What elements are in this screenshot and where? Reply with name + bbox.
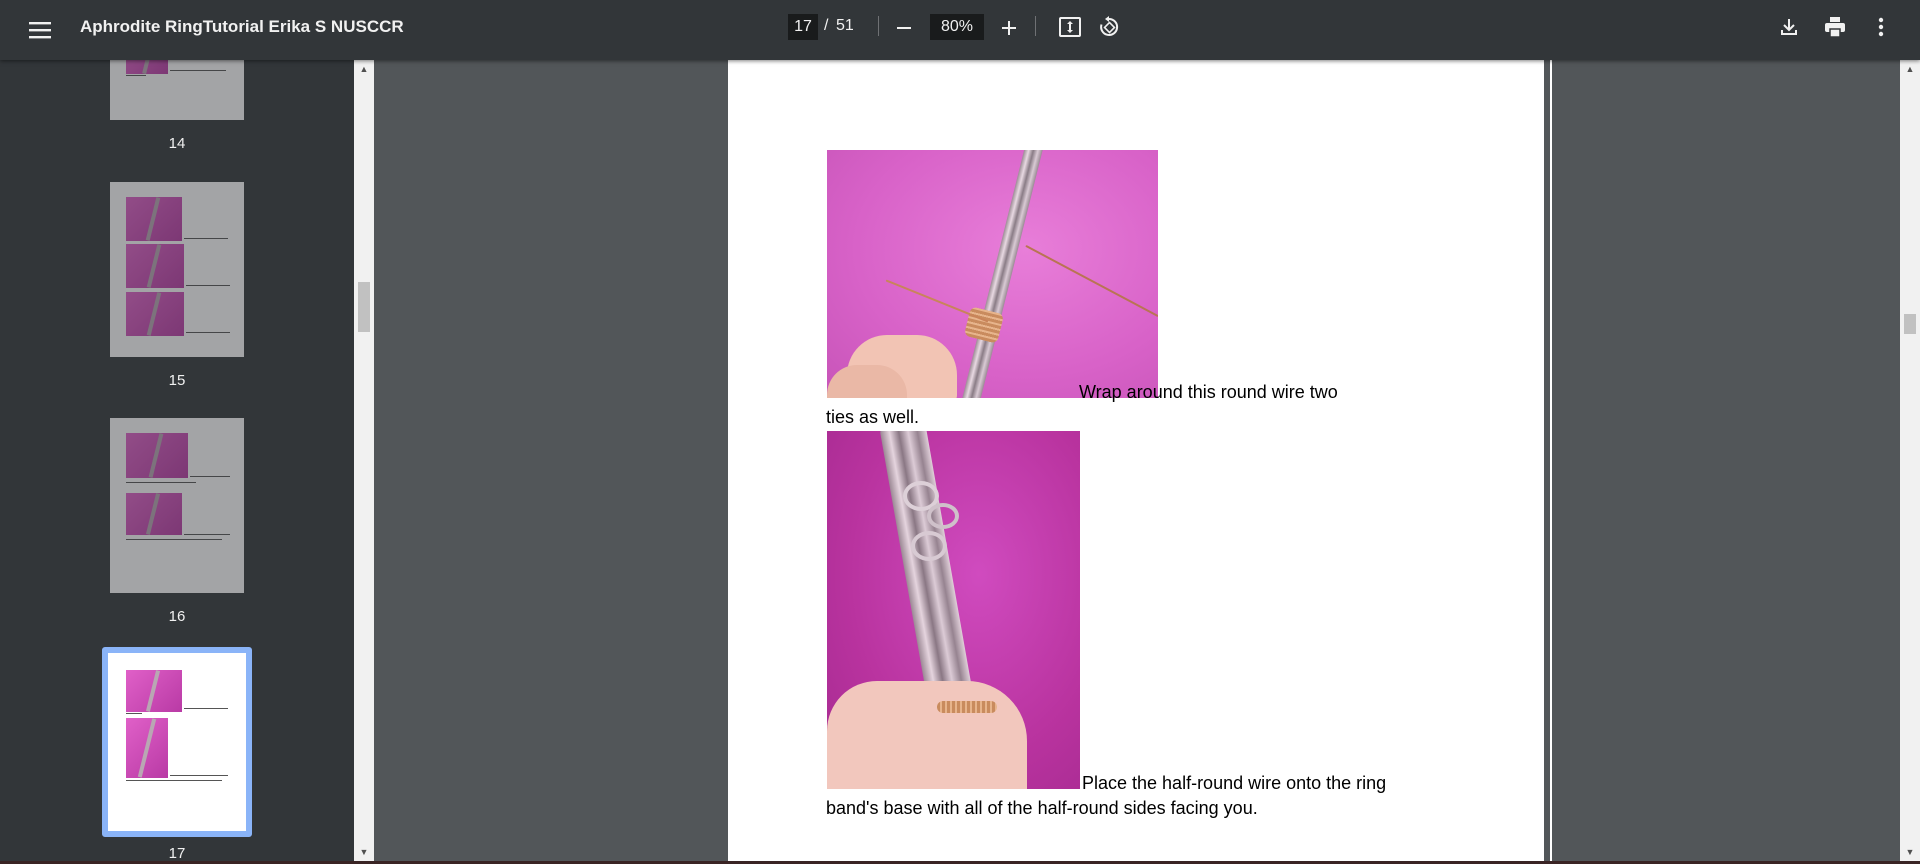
document-title: Aphrodite RingTutorial Erika S NUSCCR bbox=[80, 17, 404, 36]
more-options-button[interactable] bbox=[1864, 10, 1898, 44]
thumbnail-page-17[interactable] bbox=[108, 653, 246, 831]
thumbnail-label-16: 16 bbox=[168, 608, 186, 625]
thumbnail-sidebar: 14 15 16 17 bbox=[0, 60, 354, 864]
photo-wrapping-wire bbox=[827, 150, 1158, 398]
thumbnail-text-line bbox=[126, 713, 142, 714]
more-vert-icon bbox=[1878, 17, 1884, 37]
scroll-down-arrow-icon[interactable]: ▼ bbox=[354, 847, 374, 857]
photo-half-round-wire bbox=[827, 431, 1080, 789]
thumbnail-label-14: 14 bbox=[168, 135, 186, 152]
print-icon bbox=[1825, 17, 1845, 37]
thumbnail-text-line bbox=[126, 780, 222, 781]
fit-page-icon bbox=[1059, 17, 1081, 37]
plus-icon bbox=[1002, 21, 1016, 35]
rotate-button[interactable] bbox=[1092, 10, 1126, 44]
thumbnail-text-line bbox=[126, 539, 222, 540]
caption-wrap-line-2: ties as well. bbox=[826, 407, 920, 427]
thumbnail-page-14[interactable] bbox=[110, 60, 244, 120]
print-button[interactable] bbox=[1818, 10, 1852, 44]
thumbnail-image bbox=[126, 433, 188, 478]
scroll-down-arrow-icon[interactable]: ▼ bbox=[1900, 847, 1920, 857]
pdf-toolbar: Aphrodite RingTutorial Erika S NUSCCR 17… bbox=[0, 0, 1920, 60]
menu-icon bbox=[29, 22, 51, 39]
thumbnail-image bbox=[126, 493, 182, 535]
sidebar-scrollbar-thumb[interactable] bbox=[358, 282, 370, 332]
minus-icon bbox=[897, 27, 911, 29]
thumbnail-label-17: 17 bbox=[168, 845, 186, 862]
thumbnail-image bbox=[126, 292, 184, 336]
thumbnail-text-line bbox=[184, 708, 228, 709]
thumbnail-text-line bbox=[186, 332, 230, 333]
page-separator: / bbox=[824, 17, 829, 34]
toolbar-divider bbox=[1035, 16, 1036, 36]
viewer-scrollbar[interactable]: ▲ ▼ bbox=[1900, 60, 1920, 864]
menu-button[interactable] bbox=[20, 10, 60, 50]
sidebar-scrollbar[interactable]: ▲ ▼ bbox=[354, 60, 374, 864]
page-number-input[interactable]: 17 bbox=[788, 14, 818, 40]
viewer-scrollbar-thumb[interactable] bbox=[1904, 314, 1916, 334]
thumbnail-label-15: 15 bbox=[168, 372, 186, 389]
thumbnail-image bbox=[126, 670, 182, 712]
fit-to-page-button[interactable] bbox=[1053, 10, 1087, 44]
scroll-up-arrow-icon[interactable]: ▲ bbox=[1900, 64, 1920, 74]
toolbar-divider bbox=[878, 16, 879, 36]
thumbnail-text-line bbox=[184, 238, 228, 239]
thumbnail-text-line bbox=[170, 775, 228, 776]
download-icon bbox=[1781, 19, 1797, 35]
thumbnail-text-line bbox=[170, 70, 226, 71]
thumbnail-image bbox=[126, 244, 184, 288]
caption-place-line-1: Place the half-round wire onto the ring bbox=[1082, 773, 1387, 793]
zoom-out-button[interactable] bbox=[888, 12, 920, 44]
thumbnail-text-line bbox=[184, 534, 230, 535]
page-total: 51 bbox=[836, 17, 854, 34]
thumbnail-image bbox=[126, 60, 168, 74]
thumbnail-text-line bbox=[186, 285, 230, 286]
thumbnail-image bbox=[126, 197, 182, 241]
scroll-up-arrow-icon[interactable]: ▲ bbox=[354, 64, 374, 74]
thumbnail-page-15[interactable] bbox=[110, 182, 244, 357]
pdf-page: Wrap around this round wire two ties as … bbox=[728, 60, 1544, 864]
caption-wrap-line-1: Wrap around this round wire two bbox=[1079, 382, 1338, 402]
zoom-in-button[interactable] bbox=[993, 12, 1025, 44]
thumbnail-page-16[interactable] bbox=[110, 418, 244, 593]
download-button[interactable] bbox=[1772, 10, 1806, 44]
next-page-edge bbox=[1550, 60, 1552, 864]
thumbnail-text-line bbox=[126, 75, 146, 76]
rotate-icon bbox=[1100, 16, 1119, 36]
document-viewer: Wrap around this round wire two ties as … bbox=[374, 60, 1900, 864]
caption-place-line-2: band's base with all of the half-round s… bbox=[826, 798, 1258, 818]
thumbnail-image bbox=[126, 718, 168, 778]
thumbnail-text-line bbox=[190, 476, 230, 477]
zoom-input[interactable]: 80% bbox=[930, 14, 984, 40]
thumbnail-text-line bbox=[126, 482, 196, 483]
